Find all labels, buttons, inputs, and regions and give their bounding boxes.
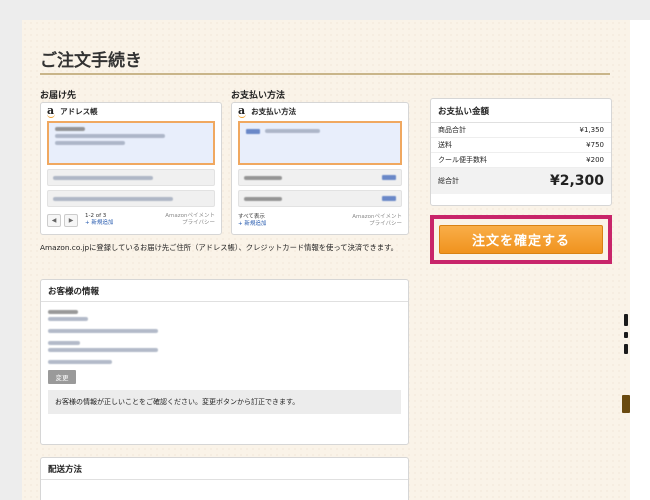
checkout-page: ご注文手続き お届け先 a アドレス帳 ◀ ▶ 1-2 of 3 + 新規追加 [22,20,630,500]
total-amount: ¥2,300 [549,173,604,189]
edge-mark [624,314,628,326]
window-edge [630,20,650,500]
address-option[interactable] [47,190,215,207]
shipping-panel: 配送方法 [40,457,409,500]
payment-option[interactable] [238,190,402,207]
shipping-title: 配送方法 [41,458,408,480]
amazon-logo-icon: a [238,103,247,118]
add-address-link[interactable]: + 新規追加 [85,220,113,227]
edge-mark [624,332,628,338]
confirm-highlight-frame: 注文を確定する [430,215,612,264]
address-option[interactable] [47,169,215,186]
customer-info-title: お客様の情報 [41,280,408,302]
address-section-label: お届け先 [40,91,77,101]
show-all-link[interactable]: すべて表示 [238,214,266,221]
payment-option[interactable] [238,169,402,186]
selected-payment[interactable] [238,121,402,165]
page-title: ご注文手続き [40,51,142,71]
change-button[interactable]: 変更 [48,370,76,384]
customer-info-panel: お客様の情報 変更 お客様の情報が正しいことをご確認ください。変更ボタンから訂正… [40,279,409,445]
add-payment-link[interactable]: + 新規追加 [238,221,266,228]
payment-section-label: お支払い方法 [231,91,286,101]
amazon-logo-icon: a [47,103,56,118]
selected-address[interactable] [47,121,215,165]
title-divider [40,73,610,75]
privacy-link[interactable]: プライバシー [165,220,215,227]
prev-page-button[interactable]: ◀ [47,213,61,227]
summary-row: クール便手数料 ¥200 [431,153,611,168]
payment-widget-title: お支払い方法 [251,106,297,116]
payment-method-widget: a お支払い方法 すべて表示 + 新規追加 Amazonペイメント プライバシー [231,102,409,235]
address-book-widget: a アドレス帳 ◀ ▶ 1-2 of 3 + 新規追加 Amazonペイメント … [40,102,222,235]
payment-summary-panel: お支払い金額 商品合計 ¥1,350 送料 ¥750 クール便手数料 ¥200 … [430,98,612,206]
customer-notice: お客様の情報が正しいことをご確認ください。変更ボタンから訂正できます。 [48,390,401,414]
edge-mark [624,344,628,354]
widget-brand: Amazonペイメント [352,214,402,220]
next-page-button[interactable]: ▶ [64,213,78,227]
summary-title: お支払い金額 [431,99,611,123]
edge-mark [622,395,630,413]
pager-text: 1-2 of 3 [85,213,107,219]
summary-total: 総合計 ¥2,300 [431,168,611,194]
summary-row: 送料 ¥750 [431,138,611,153]
info-text: Amazon.co.jpに登録しているお届け先ご住所（アドレス帳）、クレジットカ… [40,243,398,252]
summary-row: 商品合計 ¥1,350 [431,123,611,138]
address-book-title: アドレス帳 [60,106,98,116]
widget-brand: Amazonペイメント [165,213,215,219]
confirm-order-button[interactable]: 注文を確定する [439,225,603,254]
privacy-link[interactable]: プライバシー [352,221,402,228]
